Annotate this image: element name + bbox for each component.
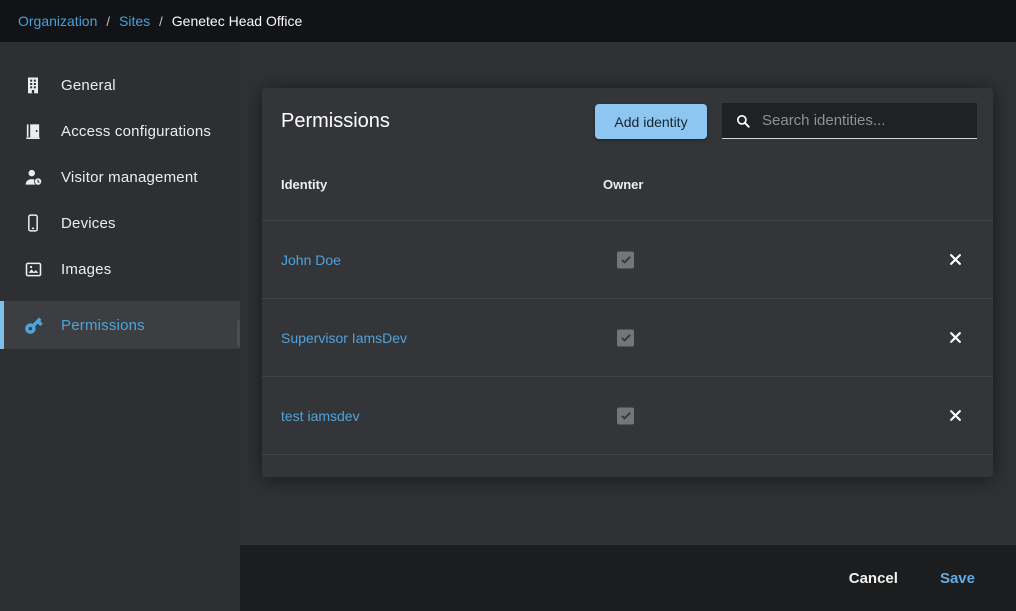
- sidebar-item-label: Visitor management: [61, 169, 198, 186]
- table-row: test iamsdev: [262, 377, 993, 455]
- app-window: Organization / Sites / Genetec Head Offi…: [0, 0, 1016, 611]
- owner-checkbox[interactable]: [617, 407, 634, 424]
- sidebar-item-images[interactable]: Images: [0, 246, 240, 292]
- identity-link[interactable]: test iamsdev: [281, 408, 360, 424]
- sidebar-item-label: General: [61, 77, 116, 94]
- building-icon: [22, 74, 44, 96]
- close-icon: [948, 330, 963, 345]
- owner-checkbox[interactable]: [617, 251, 634, 268]
- image-icon: [22, 258, 44, 280]
- table-row: Supervisor IamsDev: [262, 299, 993, 377]
- person-clock-icon: [22, 166, 44, 188]
- table-row: John Doe: [262, 221, 993, 299]
- column-header-owner: Owner: [603, 177, 643, 192]
- identity-link[interactable]: Supervisor IamsDev: [281, 330, 407, 346]
- close-icon: [948, 408, 963, 423]
- search-icon: [734, 112, 752, 130]
- sidebar-item-access-configurations[interactable]: Access configurations: [0, 108, 240, 154]
- permissions-card: Permissions Add identity Identity Owner …: [262, 88, 993, 477]
- sidebar-item-devices[interactable]: Devices: [0, 200, 240, 246]
- identity-link[interactable]: John Doe: [281, 252, 341, 268]
- owner-checkbox[interactable]: [617, 329, 634, 346]
- column-header-identity: Identity: [281, 177, 327, 192]
- main-content: Permissions Add identity Identity Owner …: [240, 42, 1016, 611]
- breadcrumb-current-site: Genetec Head Office: [172, 13, 302, 29]
- search-box: [722, 103, 977, 139]
- sidebar-item-label: Devices: [61, 215, 116, 232]
- breadcrumb-sites[interactable]: Sites: [119, 13, 150, 29]
- sidebar-item-label: Images: [61, 261, 111, 278]
- sidebar: General Access configurations: [0, 42, 240, 611]
- identity-table: John Doe Supervisor IamsDev: [262, 221, 993, 455]
- door-icon: [22, 120, 44, 142]
- breadcrumb-separator: /: [159, 14, 163, 29]
- sidebar-item-label: Permissions: [61, 317, 145, 334]
- remove-identity-button[interactable]: [946, 251, 964, 269]
- search-identities-input[interactable]: [762, 112, 977, 129]
- cancel-button[interactable]: Cancel: [847, 566, 900, 591]
- remove-identity-button[interactable]: [946, 407, 964, 425]
- breadcrumb: Organization / Sites / Genetec Head Offi…: [0, 0, 1016, 42]
- page-title: Permissions: [281, 110, 390, 133]
- key-icon: [22, 314, 44, 336]
- save-button[interactable]: Save: [938, 566, 977, 591]
- smartphone-icon: [22, 212, 44, 234]
- add-identity-button[interactable]: Add identity: [595, 104, 707, 139]
- sidebar-item-visitor-management[interactable]: Visitor management: [0, 154, 240, 200]
- remove-identity-button[interactable]: [946, 329, 964, 347]
- sidebar-item-label: Access configurations: [61, 123, 211, 140]
- sidebar-item-permissions[interactable]: Permissions: [0, 301, 240, 349]
- action-bar: Cancel Save: [240, 545, 1016, 611]
- breadcrumb-separator: /: [106, 14, 110, 29]
- close-icon: [948, 252, 963, 267]
- breadcrumb-organization[interactable]: Organization: [18, 13, 97, 29]
- sidebar-item-general[interactable]: General: [0, 62, 240, 108]
